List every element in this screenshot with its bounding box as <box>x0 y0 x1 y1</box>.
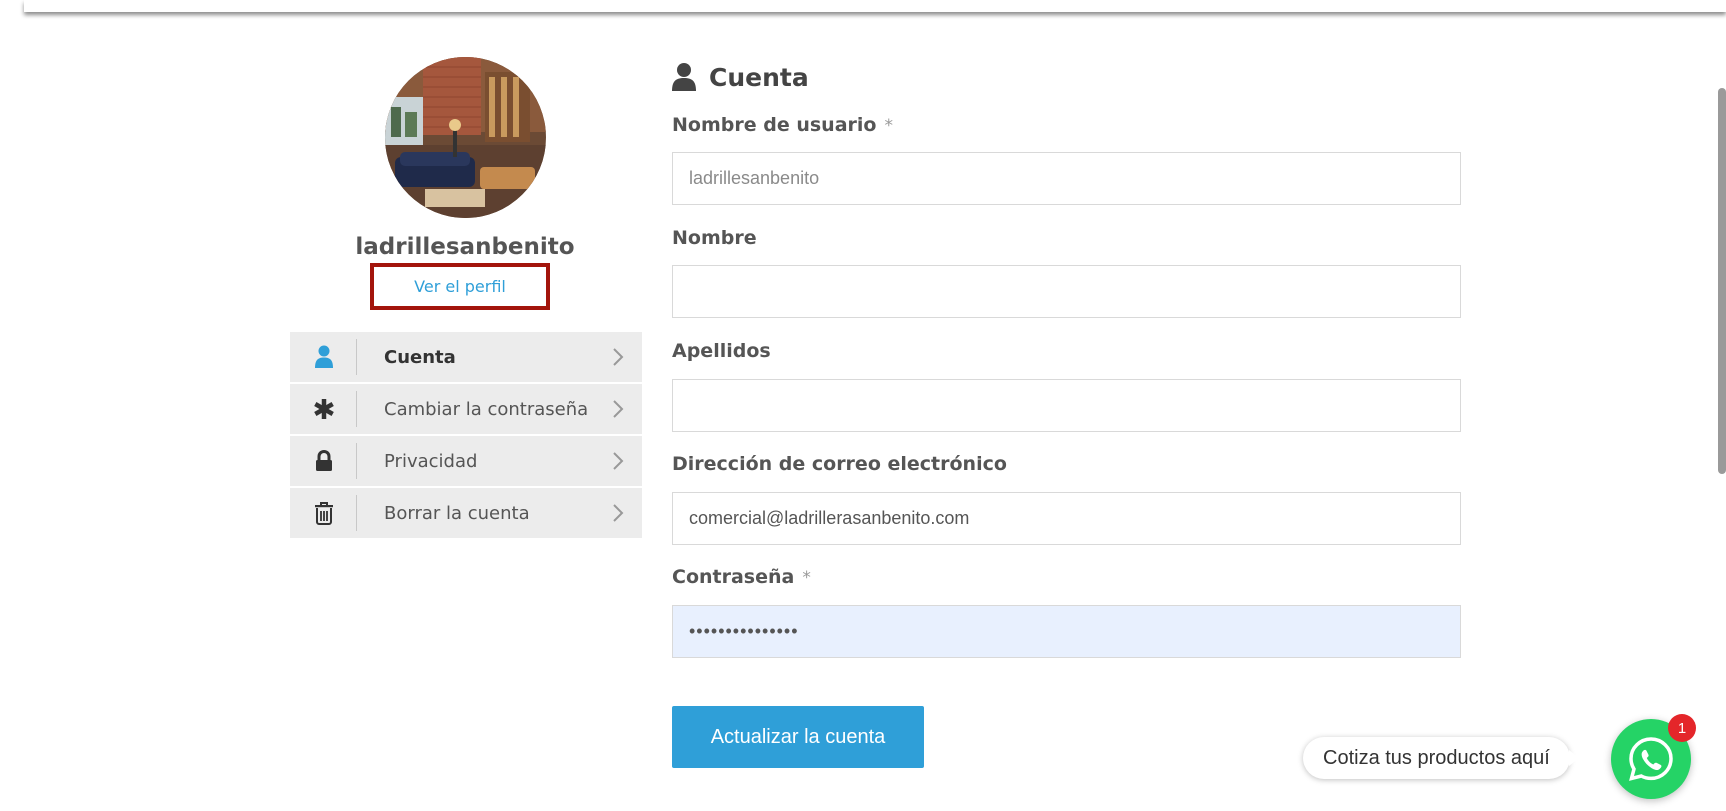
first-name-label: Nombre <box>672 227 757 249</box>
user-icon <box>290 332 357 382</box>
trash-icon <box>290 488 357 538</box>
chevron-right-icon <box>613 348 624 366</box>
username-input[interactable] <box>672 152 1461 205</box>
first-name-input[interactable] <box>672 265 1461 318</box>
sidebar-item-label: Cuenta <box>384 346 456 368</box>
password-label-text: Contraseña <box>672 566 795 588</box>
section-title-text: Cuenta <box>709 62 809 92</box>
lock-icon <box>290 436 357 486</box>
sidebar-item-label: Borrar la cuenta <box>384 502 530 524</box>
whatsapp-tooltip[interactable]: Cotiza tus productos aquí <box>1303 737 1579 779</box>
required-mark: * <box>802 568 811 588</box>
whatsapp-icon <box>1629 737 1673 781</box>
sidebar-item-label: Privacidad <box>384 450 478 472</box>
username-label: Nombre de usuario * <box>672 114 893 136</box>
sidebar-item-cuenta[interactable]: Cuenta <box>290 332 642 382</box>
sidebar-item-delete-account[interactable]: Borrar la cuenta <box>290 488 642 538</box>
username-label-text: Nombre de usuario <box>672 114 877 136</box>
profile-avatar[interactable] <box>385 57 546 218</box>
last-name-label: Apellidos <box>672 340 771 362</box>
section-title: Cuenta <box>671 62 809 92</box>
last-name-input[interactable] <box>672 379 1461 432</box>
email-label: Dirección de correo electrónico <box>672 453 1007 475</box>
user-icon <box>672 63 696 91</box>
sidebar-item-label: Cambiar la contraseña <box>384 398 589 420</box>
password-label: Contraseña * <box>672 566 811 588</box>
view-profile-link[interactable]: Ver el perfil <box>414 277 506 296</box>
notification-badge: 1 <box>1668 714 1696 742</box>
asterisk-icon <box>290 384 357 434</box>
account-side-menu: Cuenta Cambiar la contraseña Privacidad <box>290 332 642 540</box>
page-scrollbar[interactable] <box>1718 88 1726 474</box>
password-input[interactable] <box>672 605 1461 658</box>
sidebar-item-privacy[interactable]: Privacidad <box>290 436 642 486</box>
profile-username: ladrillesanbenito <box>355 234 575 260</box>
chevron-right-icon <box>613 452 624 470</box>
view-profile-highlight: Ver el perfil <box>370 263 550 310</box>
top-header-bar <box>24 0 1726 12</box>
email-input[interactable] <box>672 492 1461 545</box>
update-account-button[interactable]: Actualizar la cuenta <box>672 706 924 768</box>
sidebar-item-change-password[interactable]: Cambiar la contraseña <box>290 384 642 434</box>
chevron-right-icon <box>613 400 624 418</box>
chevron-right-icon <box>613 504 624 522</box>
required-mark: * <box>884 116 893 136</box>
